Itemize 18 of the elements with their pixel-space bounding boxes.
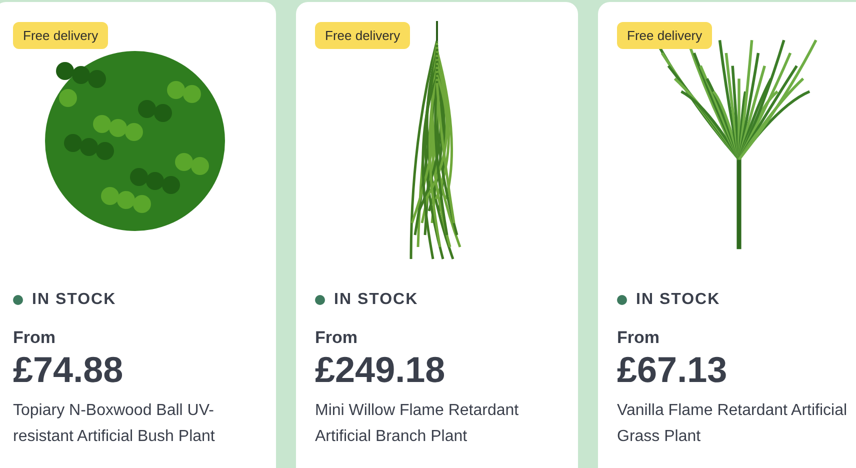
stock-status: IN STOCK (334, 291, 418, 309)
product-price: £74.88 (13, 348, 124, 392)
product-price: £67.13 (617, 348, 728, 392)
stock-status: IN STOCK (636, 291, 720, 309)
free-delivery-badge: Free delivery (315, 22, 410, 49)
product-name[interactable]: Vanilla Flame Retardant Artificial Grass Plant (617, 398, 856, 450)
product-price: £249.18 (315, 348, 446, 392)
product-name[interactable]: Topiary N-Boxwood Ball UV-resistant Artificial Bush Plant (13, 398, 253, 450)
stock-status: IN STOCK (32, 291, 116, 309)
product-name[interactable]: Mini Willow Flame Retardant Artificial Branch Plant (315, 398, 555, 450)
price-prefix: From (13, 328, 56, 348)
price-prefix: From (315, 328, 358, 348)
free-delivery-badge: Free delivery (13, 22, 108, 49)
product-card[interactable]: Free delivery IN STOCK From £74.88 Topiary N-Boxwood Ball UV-resistant Artificial Bush Plant (0, 2, 276, 468)
price-prefix: From (617, 328, 660, 348)
product-card[interactable]: Free delivery IN STOCK From £67.13 Vanilla Flame Retardant Artificial Grass Plant (598, 2, 856, 468)
product-card[interactable]: Free delivery IN STOCK From £249.18 Mini Willow Flame Retardant Artificial Branch Plant (296, 2, 578, 468)
free-delivery-badge: Free delivery (617, 22, 712, 49)
